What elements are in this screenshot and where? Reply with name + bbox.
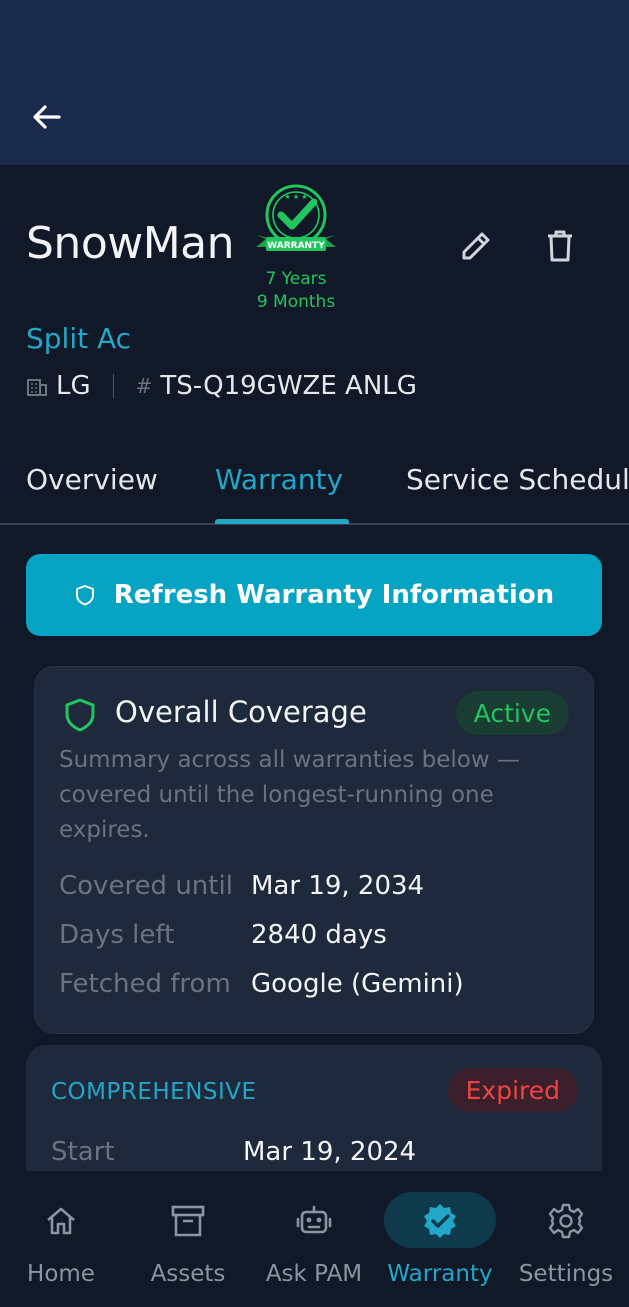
arrow-left-icon — [33, 105, 61, 129]
covered-until-label: Covered until — [59, 871, 233, 901]
warranty-seal-icon: ★ ★ ★ WARRANTY — [256, 184, 336, 251]
warranty-badge-text: WARRANTY — [267, 241, 325, 251]
bottom-navigation: Home Assets Ask PAM Warranty Settings — [0, 1171, 629, 1307]
covered-until-value: Mar 19, 2034 — [251, 871, 425, 901]
pencil-icon — [462, 232, 490, 260]
nav-assets[interactable]: Assets — [140, 1171, 236, 1307]
overall-coverage-title: Overall Coverage — [115, 695, 367, 729]
fetched-from-row: Fetched from Google (Gemini) — [59, 969, 464, 999]
verified-badge-icon — [424, 1204, 456, 1238]
overall-coverage-description: Summary across all warranties below — co… — [59, 747, 520, 843]
start-date-row: Start Mar 19, 2024 — [51, 1137, 416, 1167]
meta-divider — [112, 374, 114, 398]
shield-icon — [75, 585, 94, 606]
nav-home[interactable]: Home — [14, 1171, 108, 1307]
status-badge: Expired — [447, 1068, 578, 1112]
gear-icon — [548, 1203, 584, 1239]
nav-label-warranty: Warranty — [387, 1261, 493, 1287]
app-root: SnowMan ★ ★ ★ WARRANTY 7 Years 9 Months … — [0, 0, 629, 1307]
warranty-duration-years: 7 Years — [265, 269, 327, 289]
start-label: Start — [51, 1137, 115, 1167]
hash-icon: # — [135, 374, 153, 398]
trash-icon — [548, 230, 572, 262]
nav-warranty[interactable]: Warranty — [380, 1171, 500, 1307]
tab-active-indicator — [215, 519, 349, 524]
svg-text:★ ★ ★: ★ ★ ★ — [284, 193, 307, 201]
days-left-label: Days left — [59, 920, 175, 950]
warranty-badge: ★ ★ ★ WARRANTY — [250, 183, 342, 261]
nav-label-assets: Assets — [150, 1261, 226, 1287]
overall-coverage-card: Overall Coverage Active Summary across a… — [34, 666, 594, 1034]
nav-settings[interactable]: Settings — [514, 1171, 618, 1307]
nav-label-settings: Settings — [518, 1261, 614, 1287]
days-left-row: Days left 2840 days — [59, 920, 387, 950]
warranty-duration: 7 Years 9 Months — [244, 268, 348, 314]
asset-brand: LG — [56, 371, 91, 401]
robot-icon — [296, 1205, 332, 1234]
nav-label-home: Home — [27, 1261, 95, 1287]
delete-button[interactable] — [540, 226, 580, 266]
asset-model: TS-Q19GWZE ANLG — [160, 371, 417, 401]
warranty-duration-months: 9 Months — [256, 292, 336, 312]
warranty-type-title: COMPREHENSIVE — [51, 1079, 257, 1105]
edit-button[interactable] — [456, 226, 496, 266]
refresh-warranty-button[interactable]: Refresh Warranty Information — [26, 554, 602, 636]
fetched-from-label: Fetched from — [59, 969, 231, 999]
archive-box-icon — [171, 1205, 205, 1237]
start-value: Mar 19, 2024 — [243, 1137, 417, 1167]
status-badge: Active — [455, 691, 569, 735]
top-app-bar — [0, 0, 629, 165]
home-icon — [47, 1207, 75, 1235]
covered-until-row: Covered until Mar 19, 2034 — [59, 871, 424, 901]
asset-meta: LG # TS-Q19GWZE ANLG — [26, 368, 417, 404]
building-icon — [26, 375, 48, 397]
tab-warranty[interactable]: Warranty — [215, 463, 343, 496]
tab-overview[interactable]: Overview — [26, 463, 158, 496]
nav-ask-pam[interactable]: Ask PAM — [258, 1171, 370, 1307]
tab-service-schedule[interactable]: Service Schedule — [406, 463, 629, 496]
fetched-from-value: Google (Gemini) — [251, 969, 464, 999]
refresh-warranty-label: Refresh Warranty Information — [113, 580, 555, 610]
nav-label-ask-pam: Ask PAM — [265, 1261, 363, 1287]
shield-icon — [65, 698, 95, 732]
asset-category: Split Ac — [26, 322, 132, 355]
tab-bar: Overview Warranty Service Schedule — [0, 455, 629, 525]
asset-name: SnowMan — [26, 218, 235, 269]
days-left-value: 2840 days — [251, 920, 387, 950]
back-button[interactable] — [27, 98, 67, 138]
